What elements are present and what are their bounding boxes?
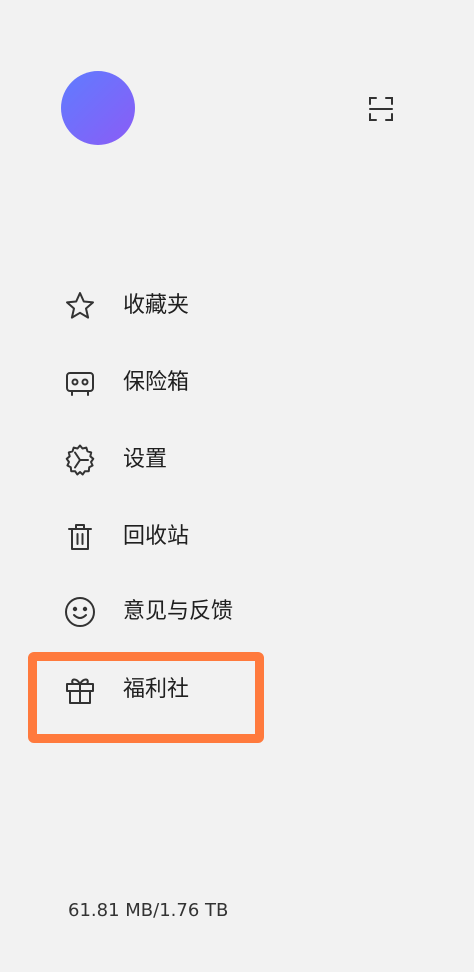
menu-item-label: 意见与反馈 bbox=[123, 599, 234, 624]
smiley-icon bbox=[63, 595, 97, 629]
menu-item-safe[interactable]: 保险箱 bbox=[0, 353, 474, 413]
menu-item-welfare[interactable]: 福利社 bbox=[0, 660, 474, 720]
scan-button[interactable] bbox=[366, 94, 396, 124]
gear-icon bbox=[63, 443, 97, 477]
trash-icon bbox=[63, 520, 97, 554]
star-icon bbox=[63, 289, 97, 323]
scan-icon bbox=[367, 95, 395, 123]
menu-item-label: 收藏夹 bbox=[123, 293, 190, 318]
gift-icon bbox=[63, 673, 97, 707]
menu-item-label: 福利社 bbox=[123, 677, 190, 702]
menu-item-label: 设置 bbox=[123, 447, 168, 472]
safe-icon bbox=[63, 366, 97, 400]
menu-item-trash[interactable]: 回收站 bbox=[0, 507, 474, 567]
menu-item-favorites[interactable]: 收藏夹 bbox=[0, 276, 474, 336]
menu-item-feedback[interactable]: 意见与反馈 bbox=[0, 582, 474, 642]
menu-item-label: 保险箱 bbox=[123, 370, 190, 395]
avatar[interactable] bbox=[61, 71, 135, 145]
menu-item-label: 回收站 bbox=[123, 524, 190, 549]
menu-item-settings[interactable]: 设置 bbox=[0, 430, 474, 490]
storage-usage: 61.81 MB/1.76 TB bbox=[68, 900, 229, 921]
